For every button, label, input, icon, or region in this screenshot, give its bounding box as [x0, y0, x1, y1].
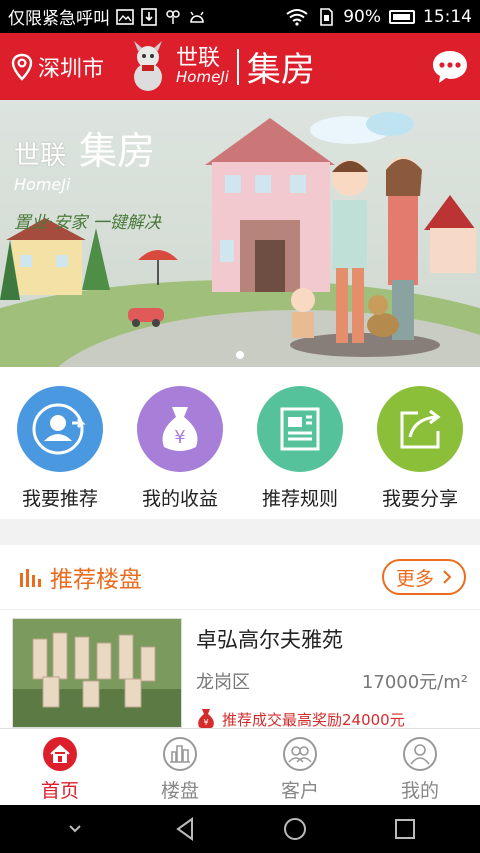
sim-icon [320, 7, 334, 26]
bottom-tab-bar: 首页 楼盘 客户 我的 [0, 728, 480, 805]
reward-bag-icon: ¥ [198, 709, 214, 729]
section-title: 推荐楼盘 [50, 567, 142, 593]
listing-district: 龙岗区 [196, 672, 250, 693]
action-rules[interactable]: 推荐规则 [240, 367, 360, 519]
banner-text: 世联 集房 HomeJi 置业·安家 一键解决 [14, 120, 161, 233]
banner-brand-en: HomeJi [14, 175, 71, 194]
action-recommend[interactable]: 我要推荐 [0, 367, 120, 519]
more-label: 更多 [395, 567, 434, 590]
city-label: 深圳市 [38, 56, 105, 82]
tab-buildings[interactable]: 楼盘 [120, 729, 240, 805]
rules-document-icon [257, 386, 343, 472]
action-earnings[interactable]: ¥ 我的收益 [120, 367, 240, 519]
action-label: 我要推荐 [21, 488, 98, 510]
chevron-right-icon [443, 570, 452, 584]
app-header: 深圳市 世联 HomeJi 集房 [0, 33, 480, 100]
wifi-icon [286, 8, 308, 26]
back-icon[interactable] [170, 814, 200, 844]
banner-dot[interactable] [236, 351, 244, 359]
logo-divider [236, 48, 239, 85]
user-recommend-icon [17, 386, 103, 472]
clover-icon [166, 9, 180, 24]
brand-en: HomeJi [176, 68, 229, 86]
listing-thumbnail [12, 618, 182, 728]
tab-label: 首页 [40, 780, 79, 802]
image-icon [116, 8, 134, 25]
system-nav-bar [0, 805, 480, 853]
battery-icon [389, 9, 415, 24]
clock: 15:14 [423, 6, 472, 27]
tab-label: 客户 [280, 780, 319, 802]
listing-price: 17000元/m² [361, 672, 468, 693]
reward-text: 推荐成交最高奖励24000元 [222, 710, 405, 729]
message-icon[interactable] [430, 47, 470, 87]
recents-icon[interactable] [390, 814, 420, 844]
status-bar: 仅限紧急呼叫 90% 15:14 [0, 0, 480, 33]
android-icon [190, 11, 204, 23]
more-button[interactable]: 更多 [381, 559, 466, 595]
share-icon [377, 386, 463, 472]
tab-label: 楼盘 [160, 780, 199, 802]
app-title: 集房 [246, 50, 315, 90]
money-bag-icon: ¥ [137, 386, 223, 472]
listing-info: 卓弘高尔夫雅苑 龙岗区 17000元/m² ¥ 推荐成交最高奖励24000元 [196, 618, 468, 730]
tab-profile[interactable]: 我的 [360, 729, 480, 805]
city-selector[interactable]: 深圳市 [10, 51, 104, 83]
download-icon [141, 7, 157, 26]
listing-item[interactable]: 卓弘高尔夫雅苑 龙岗区 17000元/m² ¥ 推荐成交最高奖励24000元 [0, 610, 480, 730]
battery-percent: 90% [343, 6, 381, 27]
action-share[interactable]: 我要分享 [360, 367, 480, 519]
action-label: 我的收益 [141, 488, 218, 510]
section-header: 推荐楼盘 更多 [0, 545, 480, 610]
action-label: 推荐规则 [261, 488, 338, 510]
banner-slogan: 置业·安家 一键解决 [14, 213, 161, 233]
profile-icon [403, 737, 437, 771]
action-label: 我要分享 [381, 488, 458, 510]
home-circle-icon[interactable] [280, 814, 310, 844]
quick-actions: 我要推荐 ¥ 我的收益 推荐规则 我要分享 [0, 367, 480, 519]
banner-pagination [0, 351, 480, 359]
bar-chart-icon [20, 569, 41, 587]
promo-banner[interactable]: 世联 集房 HomeJi 置业·安家 一键解决 [0, 100, 480, 367]
listing-reward: ¥ 推荐成交最高奖励24000元 [196, 708, 468, 730]
banner-brand-cn: 世联 [14, 141, 67, 171]
location-pin-icon [11, 53, 33, 81]
chevron-down-icon[interactable] [60, 814, 90, 844]
tab-label: 我的 [400, 780, 439, 802]
recommended-section: 推荐楼盘 更多 卓弘高尔夫雅苑 龙岗区 17000元/m² ¥ 推荐成交最高奖励… [0, 545, 480, 730]
mascot-logo [134, 40, 163, 91]
customers-icon [283, 737, 317, 771]
home-icon [43, 737, 77, 771]
carrier-text: 仅限紧急呼叫 [8, 9, 110, 29]
svg-text:¥: ¥ [174, 427, 185, 448]
tab-home[interactable]: 首页 [0, 729, 120, 805]
svg-text:¥: ¥ [203, 718, 208, 727]
brand-cn: 世联 [176, 46, 221, 71]
banner-title: 集房 [79, 129, 156, 173]
building-icon [163, 737, 197, 771]
app-logo: 世联 HomeJi 集房 [126, 39, 315, 95]
listing-name: 卓弘高尔夫雅苑 [196, 628, 343, 652]
tab-customers[interactable]: 客户 [240, 729, 360, 805]
